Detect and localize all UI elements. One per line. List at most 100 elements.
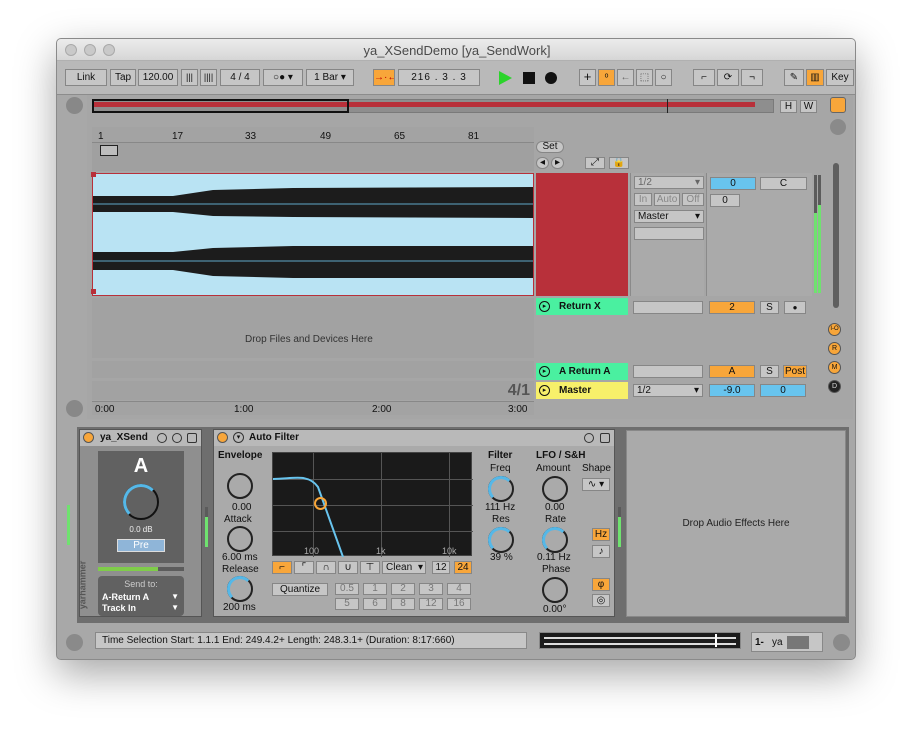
back-to-arrangement-icon[interactable]: ←: [617, 69, 634, 86]
arrangement-view-icon[interactable]: [830, 97, 846, 113]
rate-sync-icon[interactable]: ♪: [592, 545, 610, 558]
capture-icon[interactable]: ⬚: [636, 69, 653, 86]
return-x-record-icon[interactable]: ●: [784, 301, 806, 314]
automation-arm-icon[interactable]: ᵒ: [598, 69, 615, 86]
quantization-menu[interactable]: 1 Bar ▾: [306, 69, 354, 86]
prev-locator-icon[interactable]: ◂: [536, 157, 549, 169]
filter-response-display[interactable]: 100 1k 10k: [272, 452, 473, 557]
punch-in-icon[interactable]: ⌐: [693, 69, 715, 86]
return-x-output[interactable]: [633, 301, 703, 314]
follow-arrangement-icon[interactable]: →·←: [373, 69, 395, 86]
beat-time-ruler[interactable]: 1 17 33 49 65 81: [92, 127, 534, 143]
lowpass-icon[interactable]: ⌐: [272, 561, 292, 574]
return-x-lane[interactable]: Drop Files and Devices Here: [92, 298, 534, 358]
lock-envelopes-icon[interactable]: 🔒: [609, 157, 629, 169]
notch-icon[interactable]: ∪: [338, 561, 358, 574]
dropdown-arrow-icon[interactable]: ▼: [171, 603, 179, 612]
track-1-input-channel[interactable]: 1/2 ▾: [634, 176, 704, 189]
circuit-type-menu[interactable]: Clean ▾: [382, 561, 426, 574]
overview-view-box[interactable]: [92, 99, 349, 113]
track-activator-icon[interactable]: ▸: [539, 366, 550, 377]
auto-filter-title-bar[interactable]: ▾ Auto Filter: [214, 430, 614, 446]
punch-out-icon[interactable]: ¬: [741, 69, 763, 86]
quantize-6[interactable]: 6: [363, 598, 387, 610]
clip-end-marker[interactable]: [91, 289, 96, 294]
quantize-3[interactable]: 3: [419, 583, 443, 595]
info-view-toggle-icon[interactable]: [66, 634, 83, 651]
slope-24-button[interactable]: 24: [454, 561, 472, 574]
pre-post-button[interactable]: Pre: [117, 539, 165, 552]
return-a-solo[interactable]: S: [760, 365, 779, 378]
track-1-pan[interactable]: C: [760, 177, 807, 190]
save-preset-icon[interactable]: [187, 433, 197, 443]
filter-handle[interactable]: [314, 497, 327, 510]
phase-mode-icon[interactable]: φ: [592, 578, 610, 591]
song-position-field[interactable]: 216 . 3 . 3: [398, 69, 480, 86]
audio-clip[interactable]: [91, 172, 534, 296]
map-icon[interactable]: [157, 433, 167, 443]
nudge-up-icon[interactable]: ||||: [200, 69, 217, 86]
locator-lane[interactable]: [92, 143, 534, 171]
master-title-bar[interactable]: ▸ Master: [536, 382, 628, 399]
tap-tempo-button[interactable]: Tap: [110, 69, 136, 86]
quantize-0.5[interactable]: 0.5: [335, 583, 359, 595]
return-a-output[interactable]: [633, 365, 703, 378]
vertical-scrollbar[interactable]: [833, 163, 839, 308]
stop-icon[interactable]: [523, 72, 535, 84]
quantize-12[interactable]: 12: [419, 598, 443, 610]
master-lane[interactable]: 4/1: [92, 381, 534, 400]
play-icon[interactable]: [499, 71, 512, 85]
master-pan[interactable]: 0: [760, 384, 806, 397]
fold-device-icon[interactable]: ▾: [233, 432, 244, 443]
nudge-down-icon[interactable]: |||: [181, 69, 198, 86]
slope-12-button[interactable]: 12: [432, 561, 450, 574]
spin-mode-icon[interactable]: ◎: [592, 594, 610, 607]
quantize-8[interactable]: 8: [391, 598, 415, 610]
quantize-5[interactable]: 5: [335, 598, 359, 610]
loop-switch-icon[interactable]: ⟳: [717, 69, 739, 86]
device-power-icon[interactable]: [83, 432, 94, 443]
master-volume[interactable]: -9.0: [709, 384, 755, 397]
return-x-title-bar[interactable]: ▸ Return X: [536, 298, 628, 315]
save-preset-icon[interactable]: [600, 433, 610, 443]
track-activator-icon[interactable]: ▸: [539, 301, 550, 312]
return-a-title-bar[interactable]: ▸ A Return A: [536, 363, 628, 380]
time-ruler[interactable]: 0:00 1:00 2:00 3:00: [92, 401, 534, 415]
effect-drop-area[interactable]: Drop Audio Effects Here: [626, 430, 846, 617]
optimize-height-button[interactable]: H: [780, 100, 797, 113]
quantize-1[interactable]: 1: [363, 583, 387, 595]
lfo-phase-knob[interactable]: [542, 577, 568, 603]
arrangement-overview[interactable]: [92, 99, 774, 113]
record-icon[interactable]: [545, 72, 557, 84]
edit-icon[interactable]: [172, 433, 182, 443]
master-output-menu[interactable]: 1/2 ▾: [633, 384, 703, 397]
computer-midi-keyboard-icon[interactable]: ▥: [806, 69, 824, 86]
rate-hz-button[interactable]: Hz: [592, 528, 610, 541]
return-a-volume[interactable]: A: [709, 365, 755, 378]
session-record-icon[interactable]: ○: [655, 69, 672, 86]
track-1-output-menu[interactable]: Master ▾: [634, 210, 704, 223]
return-x-solo[interactable]: S: [760, 301, 779, 314]
monitor-auto-button[interactable]: Auto: [654, 193, 680, 206]
set-locator-button[interactable]: Set: [536, 141, 564, 153]
overdub-icon[interactable]: +: [579, 69, 596, 86]
detail-view-toggle-icon[interactable]: [833, 634, 850, 651]
send-destination-1[interactable]: A-Return A: [102, 592, 149, 602]
delay-toggle-button[interactable]: D: [828, 380, 841, 393]
metronome-button[interactable]: ○● ▾: [263, 69, 303, 86]
highpass-icon[interactable]: ⌜: [294, 561, 314, 574]
morph-icon[interactable]: ⊤: [360, 561, 380, 574]
track-1-output-channel[interactable]: [634, 227, 704, 240]
key-map-button[interactable]: Key: [826, 69, 854, 86]
monitor-off-button[interactable]: Off: [682, 193, 704, 206]
browser-toggle-icon[interactable]: [66, 97, 83, 114]
expand-tracks-icon[interactable]: ⤢: [585, 157, 605, 169]
session-view-icon[interactable]: [830, 119, 846, 135]
return-a-lane[interactable]: [92, 361, 534, 378]
io-toggle-button[interactable]: I-O: [828, 323, 841, 336]
track-1-send[interactable]: 0: [710, 194, 740, 207]
dropdown-arrow-icon[interactable]: ▼: [171, 592, 179, 601]
next-locator-icon[interactable]: ▸: [551, 157, 564, 169]
clip-start-marker[interactable]: [91, 172, 96, 177]
optimize-width-button[interactable]: W: [800, 100, 817, 113]
